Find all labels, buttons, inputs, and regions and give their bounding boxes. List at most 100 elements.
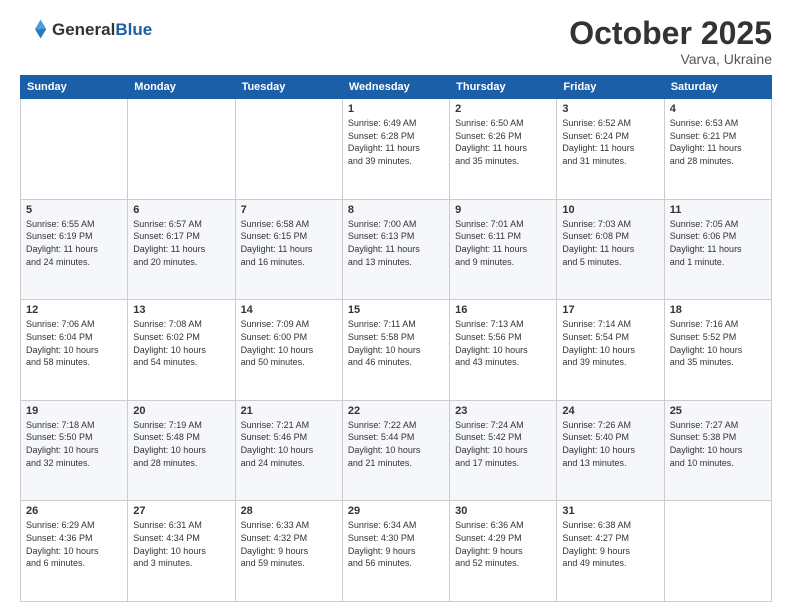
day-info: Sunrise: 7:09 AM Sunset: 6:00 PM Dayligh…	[241, 318, 337, 368]
calendar-day-cell: 5 Sunrise: 6:55 AM Sunset: 6:19 PM Daylig…	[21, 199, 128, 300]
calendar-day-cell: 12Sunrise: 7:06 AM Sunset: 6:04 PM Dayli…	[21, 300, 128, 401]
calendar-day-cell: 14 Sunrise: 7:09 AM Sunset: 6:00 PM Dayli…	[235, 300, 342, 401]
day-info: Sunrise: 7:22 AM Sunset: 5:44 PM Dayligh…	[348, 419, 444, 469]
day-number: 2	[455, 103, 551, 115]
calendar-day-cell: 19Sunrise: 7:18 AM Sunset: 5:50 PM Dayli…	[21, 400, 128, 501]
day-info: Sunrise: 7:06 AM Sunset: 6:04 PM Dayligh…	[26, 318, 122, 368]
calendar-day-cell: 25 Sunrise: 7:27 AM Sunset: 5:38 PM Dayli…	[664, 400, 771, 501]
day-info: Sunrise: 7:24 AM Sunset: 5:42 PM Dayligh…	[455, 419, 551, 469]
calendar-day-cell	[21, 99, 128, 200]
day-number: 9	[455, 204, 551, 216]
day-info: Sunrise: 6:33 AM Sunset: 4:32 PM Dayligh…	[241, 519, 337, 569]
calendar-day-cell: 16Sunrise: 7:13 AM Sunset: 5:56 PM Dayli…	[450, 300, 557, 401]
calendar-day-cell: 31 Sunrise: 6:38 AM Sunset: 4:27 PM Dayli…	[557, 501, 664, 602]
col-sunday: Sunday	[21, 76, 128, 99]
calendar-day-cell: 28 Sunrise: 6:33 AM Sunset: 4:32 PM Dayli…	[235, 501, 342, 602]
location: Varva, Ukraine	[569, 51, 772, 67]
calendar-day-cell: 18 Sunrise: 7:16 AM Sunset: 5:52 PM Dayli…	[664, 300, 771, 401]
calendar-day-cell: 13 Sunrise: 7:08 AM Sunset: 6:02 PM Dayli…	[128, 300, 235, 401]
day-info: Sunrise: 6:53 AM Sunset: 6:21 PM Dayligh…	[670, 117, 766, 167]
day-number: 27	[133, 505, 229, 517]
calendar-day-cell: 29Sunrise: 6:34 AM Sunset: 4:30 PM Dayli…	[342, 501, 449, 602]
day-number: 22	[348, 405, 444, 417]
calendar-week-row: 19Sunrise: 7:18 AM Sunset: 5:50 PM Dayli…	[21, 400, 772, 501]
calendar-day-cell: 21 Sunrise: 7:21 AM Sunset: 5:46 PM Dayli…	[235, 400, 342, 501]
calendar-day-cell	[664, 501, 771, 602]
day-info: Sunrise: 7:14 AM Sunset: 5:54 PM Dayligh…	[562, 318, 658, 368]
day-number: 24	[562, 405, 658, 417]
calendar-day-cell: 11 Sunrise: 7:05 AM Sunset: 6:06 PM Dayli…	[664, 199, 771, 300]
day-number: 11	[670, 204, 766, 216]
day-number: 26	[26, 505, 122, 517]
calendar-week-row: 12Sunrise: 7:06 AM Sunset: 6:04 PM Dayli…	[21, 300, 772, 401]
header: GeneralBlue October 2025 Varva, Ukraine	[20, 16, 772, 67]
day-info: Sunrise: 7:08 AM Sunset: 6:02 PM Dayligh…	[133, 318, 229, 368]
calendar-day-cell: 2 Sunrise: 6:50 AM Sunset: 6:26 PM Daylig…	[450, 99, 557, 200]
day-info: Sunrise: 7:03 AM Sunset: 6:08 PM Dayligh…	[562, 218, 658, 268]
day-info: Sunrise: 6:38 AM Sunset: 4:27 PM Dayligh…	[562, 519, 658, 569]
day-number: 6	[133, 204, 229, 216]
day-info: Sunrise: 7:16 AM Sunset: 5:52 PM Dayligh…	[670, 318, 766, 368]
day-number: 7	[241, 204, 337, 216]
day-info: Sunrise: 6:57 AM Sunset: 6:17 PM Dayligh…	[133, 218, 229, 268]
logo-icon	[20, 16, 48, 44]
day-info: Sunrise: 6:36 AM Sunset: 4:29 PM Dayligh…	[455, 519, 551, 569]
day-number: 25	[670, 405, 766, 417]
day-number: 21	[241, 405, 337, 417]
day-number: 13	[133, 304, 229, 316]
day-number: 14	[241, 304, 337, 316]
logo: GeneralBlue	[20, 16, 152, 44]
day-info: Sunrise: 6:55 AM Sunset: 6:19 PM Dayligh…	[26, 218, 122, 268]
day-info: Sunrise: 7:26 AM Sunset: 5:40 PM Dayligh…	[562, 419, 658, 469]
day-number: 10	[562, 204, 658, 216]
col-friday: Friday	[557, 76, 664, 99]
day-info: Sunrise: 7:27 AM Sunset: 5:38 PM Dayligh…	[670, 419, 766, 469]
calendar-day-cell: 4 Sunrise: 6:53 AM Sunset: 6:21 PM Daylig…	[664, 99, 771, 200]
day-info: Sunrise: 6:58 AM Sunset: 6:15 PM Dayligh…	[241, 218, 337, 268]
month-title: October 2025	[569, 16, 772, 51]
day-number: 28	[241, 505, 337, 517]
calendar-day-cell: 3 Sunrise: 6:52 AM Sunset: 6:24 PM Daylig…	[557, 99, 664, 200]
calendar-day-cell: 7 Sunrise: 6:58 AM Sunset: 6:15 PM Daylig…	[235, 199, 342, 300]
day-info: Sunrise: 7:18 AM Sunset: 5:50 PM Dayligh…	[26, 419, 122, 469]
calendar-day-cell: 22 Sunrise: 7:22 AM Sunset: 5:44 PM Dayli…	[342, 400, 449, 501]
day-number: 23	[455, 405, 551, 417]
calendar-day-cell: 24 Sunrise: 7:26 AM Sunset: 5:40 PM Dayli…	[557, 400, 664, 501]
calendar-day-cell: 15Sunrise: 7:11 AM Sunset: 5:58 PM Dayli…	[342, 300, 449, 401]
day-info: Sunrise: 7:19 AM Sunset: 5:48 PM Dayligh…	[133, 419, 229, 469]
day-info: Sunrise: 6:52 AM Sunset: 6:24 PM Dayligh…	[562, 117, 658, 167]
day-info: Sunrise: 6:29 AM Sunset: 4:36 PM Dayligh…	[26, 519, 122, 569]
calendar-day-cell: 1 Sunrise: 6:49 AM Sunset: 6:28 PM Daylig…	[342, 99, 449, 200]
day-number: 30	[455, 505, 551, 517]
day-number: 1	[348, 103, 444, 115]
col-tuesday: Tuesday	[235, 76, 342, 99]
calendar-week-row: 1 Sunrise: 6:49 AM Sunset: 6:28 PM Daylig…	[21, 99, 772, 200]
day-info: Sunrise: 6:49 AM Sunset: 6:28 PM Dayligh…	[348, 117, 444, 167]
col-monday: Monday	[128, 76, 235, 99]
day-number: 8	[348, 204, 444, 216]
day-info: Sunrise: 7:21 AM Sunset: 5:46 PM Dayligh…	[241, 419, 337, 469]
calendar-day-cell: 6 Sunrise: 6:57 AM Sunset: 6:17 PM Daylig…	[128, 199, 235, 300]
day-info: Sunrise: 7:00 AM Sunset: 6:13 PM Dayligh…	[348, 218, 444, 268]
day-info: Sunrise: 6:50 AM Sunset: 6:26 PM Dayligh…	[455, 117, 551, 167]
day-number: 17	[562, 304, 658, 316]
page: GeneralBlue October 2025 Varva, Ukraine …	[0, 0, 792, 612]
calendar-week-row: 5 Sunrise: 6:55 AM Sunset: 6:19 PM Daylig…	[21, 199, 772, 300]
calendar-day-cell: 20 Sunrise: 7:19 AM Sunset: 5:48 PM Dayli…	[128, 400, 235, 501]
calendar-table: Sunday Monday Tuesday Wednesday Thursday…	[20, 75, 772, 602]
day-number: 5	[26, 204, 122, 216]
day-number: 20	[133, 405, 229, 417]
calendar-day-cell: 10 Sunrise: 7:03 AM Sunset: 6:08 PM Dayli…	[557, 199, 664, 300]
day-number: 4	[670, 103, 766, 115]
day-info: Sunrise: 7:05 AM Sunset: 6:06 PM Dayligh…	[670, 218, 766, 268]
col-wednesday: Wednesday	[342, 76, 449, 99]
day-number: 31	[562, 505, 658, 517]
day-number: 18	[670, 304, 766, 316]
col-saturday: Saturday	[664, 76, 771, 99]
day-number: 3	[562, 103, 658, 115]
title-block: October 2025 Varva, Ukraine	[569, 16, 772, 67]
day-info: Sunrise: 6:34 AM Sunset: 4:30 PM Dayligh…	[348, 519, 444, 569]
day-info: Sunrise: 7:13 AM Sunset: 5:56 PM Dayligh…	[455, 318, 551, 368]
calendar-header-row: Sunday Monday Tuesday Wednesday Thursday…	[21, 76, 772, 99]
calendar-day-cell: 17 Sunrise: 7:14 AM Sunset: 5:54 PM Dayli…	[557, 300, 664, 401]
